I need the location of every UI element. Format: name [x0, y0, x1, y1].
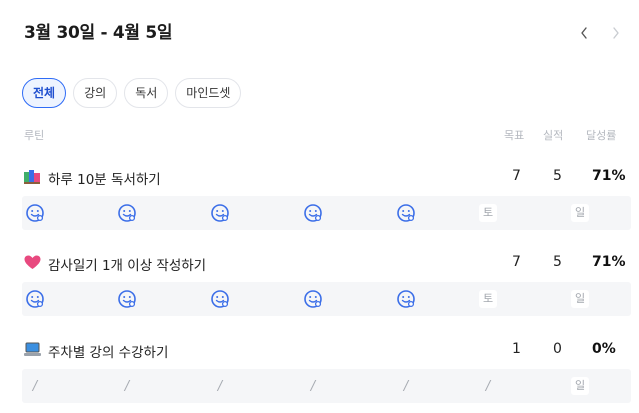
chip-all[interactable]: 전체 — [22, 78, 67, 108]
smiley-check-icon — [25, 289, 45, 309]
week-range-title: 3월 30일 - 4월 5일 — [24, 23, 173, 43]
smiley-check-icon — [396, 203, 416, 223]
day-check-smiley[interactable] — [203, 196, 237, 230]
routine-goal: 7 — [512, 168, 521, 184]
next-week-button[interactable] — [607, 20, 625, 46]
week-header: 3월 30일 - 4월 5일 — [24, 20, 625, 46]
smiley-check-icon — [210, 203, 230, 223]
routine-name: 주차별 강의 수강하기 — [48, 345, 169, 361]
day-check-smiley[interactable] — [110, 282, 144, 316]
category-filter: 전체 강의 독서 마인드셋 — [22, 78, 242, 108]
skip-mark: / — [32, 378, 38, 394]
day-check-smiley[interactable] — [296, 282, 330, 316]
smiley-check-icon — [117, 203, 137, 223]
column-goal: 목표 — [504, 129, 525, 142]
books-icon — [24, 169, 41, 184]
skip-mark: / — [217, 378, 223, 394]
routine-name: 하루 10분 독서하기 — [48, 172, 161, 188]
day-check-smiley[interactable] — [203, 282, 237, 316]
day-check-smiley[interactable] — [110, 196, 144, 230]
chevron-left-icon — [581, 27, 587, 39]
day-label-cell[interactable]: 토 — [471, 196, 505, 230]
column-routine: 루틴 — [24, 129, 45, 142]
smiley-check-icon — [210, 289, 230, 309]
routine-rate: 0% — [592, 341, 616, 357]
day-skipped[interactable]: / — [18, 369, 52, 403]
skip-mark: / — [485, 378, 491, 394]
chevron-right-icon — [613, 27, 619, 39]
day-skipped[interactable]: / — [110, 369, 144, 403]
day-track: 토일 — [22, 282, 631, 316]
day-label-cell[interactable]: 일 — [563, 369, 597, 403]
routine-name: 감사일기 1개 이상 작성하기 — [48, 258, 207, 274]
smiley-check-icon — [117, 289, 137, 309]
skip-mark: / — [310, 378, 316, 394]
day-label: 일 — [571, 377, 589, 395]
routine-row: 하루 10분 독서하기 7 5 71% — [0, 166, 639, 188]
skip-mark: / — [403, 378, 409, 394]
routine-actual: 5 — [553, 168, 562, 184]
day-label: 토 — [479, 204, 497, 222]
day-label: 토 — [479, 290, 497, 308]
routine-item[interactable]: 하루 10분 독서하기 7 5 71% 토 일 — [0, 166, 639, 230]
chip-lecture[interactable]: 강의 — [73, 78, 118, 108]
column-actual: 실적 — [543, 129, 564, 142]
smiley-check-icon — [303, 289, 323, 309]
day-track: 토일 — [22, 196, 631, 230]
laptop-icon — [24, 342, 41, 357]
day-label: 일 — [571, 290, 589, 308]
skip-mark: / — [124, 378, 130, 394]
day-check-smiley[interactable] — [18, 282, 52, 316]
day-track: / / / / / / 일 — [22, 369, 631, 403]
day-label-cell[interactable]: 토 — [471, 282, 505, 316]
prev-week-button[interactable] — [575, 20, 593, 46]
chip-mindset[interactable]: 마인드셋 — [175, 78, 242, 108]
routine-actual: 0 — [553, 341, 562, 357]
routine-rate: 71% — [592, 254, 626, 270]
routine-item[interactable]: 주차별 강의 수강하기 1 0 0% / / / / / / 일 — [0, 339, 639, 403]
routine-item[interactable]: 감사일기 1개 이상 작성하기 7 5 71% 토 일 — [0, 252, 639, 316]
smiley-check-icon — [396, 289, 416, 309]
day-skipped[interactable]: / — [203, 369, 237, 403]
day-label: 일 — [571, 204, 589, 222]
smiley-check-icon — [25, 203, 45, 223]
day-skipped[interactable]: / — [296, 369, 330, 403]
routine-row: 감사일기 1개 이상 작성하기 7 5 71% — [0, 252, 639, 274]
day-check-smiley[interactable] — [389, 282, 423, 316]
day-skipped[interactable]: / — [471, 369, 505, 403]
day-skipped[interactable]: / — [389, 369, 423, 403]
routine-rate: 71% — [592, 168, 626, 184]
day-check-smiley[interactable] — [389, 196, 423, 230]
day-check-smiley[interactable] — [18, 196, 52, 230]
smiley-check-icon — [303, 203, 323, 223]
heart-icon — [24, 255, 41, 270]
routine-goal: 7 — [512, 254, 521, 270]
routine-row: 주차별 강의 수강하기 1 0 0% — [0, 339, 639, 361]
chip-reading[interactable]: 독서 — [124, 78, 169, 108]
day-label-cell[interactable]: 일 — [563, 282, 597, 316]
routine-goal: 1 — [512, 341, 521, 357]
column-rate: 달성률 — [586, 129, 617, 142]
day-label-cell[interactable]: 일 — [563, 196, 597, 230]
day-check-smiley[interactable] — [296, 196, 330, 230]
week-nav — [575, 20, 625, 46]
routine-actual: 5 — [553, 254, 562, 270]
